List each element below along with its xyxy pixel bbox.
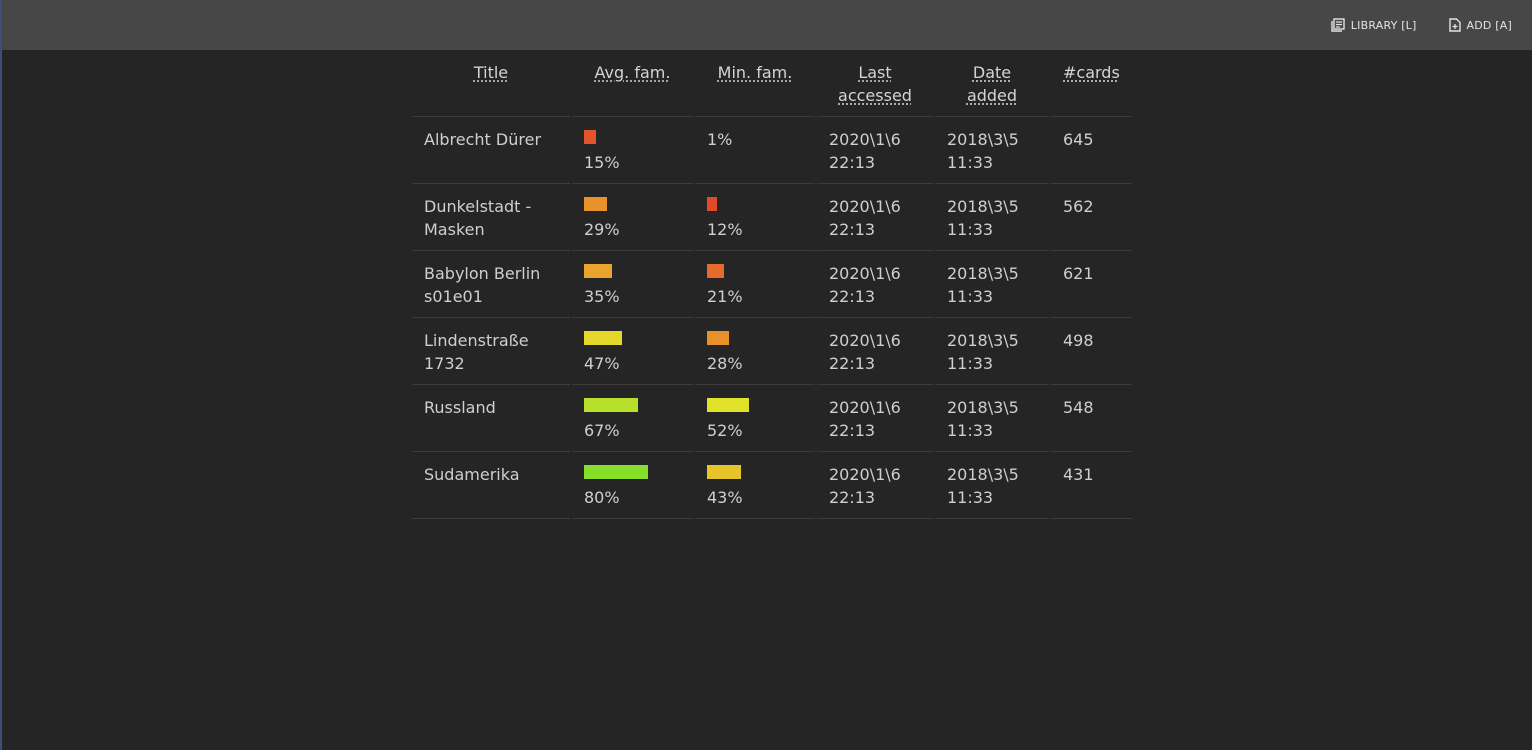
library-button-label: LIBRARY [L] xyxy=(1350,18,1417,32)
cell-date-added: 2018\3\5 11:33 xyxy=(935,385,1049,452)
familiarity-value: 21% xyxy=(707,287,743,306)
cell-avg-fam: 80% xyxy=(572,452,693,519)
familiarity-value: 47% xyxy=(584,354,620,373)
cell-min-fam: 21% xyxy=(695,251,815,318)
familiarity-bar xyxy=(707,264,724,278)
cell-avg-fam: 67% xyxy=(572,385,693,452)
cell-min-fam: 28% xyxy=(695,318,815,385)
familiarity-value: 1% xyxy=(707,130,733,149)
column-header-date-added[interactable]: Date added xyxy=(935,50,1049,117)
cell-date-added: 2018\3\5 11:33 xyxy=(935,251,1049,318)
cell-avg-fam: 15% xyxy=(572,117,693,184)
familiarity-bar xyxy=(584,197,607,211)
cell-last-accessed: 2020\1\6 22:13 xyxy=(817,452,933,519)
table-row[interactable]: Dunkelstadt - Masken 29% 12% 2020\1\6 22:13… xyxy=(412,184,1132,251)
cell-cards: 562 xyxy=(1051,184,1132,251)
table-row[interactable]: Russland 67% 52% 2020\1\6 22:13 2018\3\5 11:… xyxy=(412,385,1132,452)
cell-last-accessed: 2020\1\6 22:13 xyxy=(817,385,933,452)
cell-min-fam: 1% xyxy=(695,117,815,184)
column-header-title[interactable]: Title xyxy=(412,50,570,117)
familiarity-value: 43% xyxy=(707,488,743,507)
cell-date-added: 2018\3\5 11:33 xyxy=(935,452,1049,519)
cell-title[interactable]: Russland xyxy=(412,385,570,452)
library-button[interactable]: LIBRARY [L] xyxy=(1331,18,1417,32)
cell-avg-fam: 35% xyxy=(572,251,693,318)
familiarity-value: 15% xyxy=(584,153,620,172)
cell-min-fam: 12% xyxy=(695,184,815,251)
cell-cards: 548 xyxy=(1051,385,1132,452)
familiarity-bar xyxy=(584,465,648,479)
add-file-icon xyxy=(1448,18,1461,32)
cell-min-fam: 43% xyxy=(695,452,815,519)
library-icon xyxy=(1331,18,1345,32)
familiarity-bar xyxy=(707,465,741,479)
familiarity-value: 67% xyxy=(584,421,620,440)
app-window: LIBRARY [L] ADD [A] Title Avg. fam. Min.… xyxy=(0,0,1532,750)
column-header-last-accessed[interactable]: Last accessed xyxy=(817,50,933,117)
familiarity-value: 12% xyxy=(707,220,743,239)
cell-last-accessed: 2020\1\6 22:13 xyxy=(817,318,933,385)
cell-avg-fam: 47% xyxy=(572,318,693,385)
cell-cards: 645 xyxy=(1051,117,1132,184)
add-button[interactable]: ADD [A] xyxy=(1448,18,1512,32)
column-header-avg-fam[interactable]: Avg. fam. xyxy=(572,50,693,117)
familiarity-bar xyxy=(707,398,749,412)
cell-last-accessed: 2020\1\6 22:13 xyxy=(817,184,933,251)
column-header-cards[interactable]: #cards xyxy=(1051,50,1132,117)
column-header-min-fam[interactable]: Min. fam. xyxy=(695,50,815,117)
cell-date-added: 2018\3\5 11:33 xyxy=(935,117,1049,184)
table-row[interactable]: Sudamerika 80% 43% 2020\1\6 22:13 2018\3\5 1… xyxy=(412,452,1132,519)
familiarity-value: 52% xyxy=(707,421,743,440)
cell-cards: 621 xyxy=(1051,251,1132,318)
familiarity-value: 80% xyxy=(584,488,620,507)
cell-last-accessed: 2020\1\6 22:13 xyxy=(817,117,933,184)
cell-min-fam: 52% xyxy=(695,385,815,452)
add-button-label: ADD [A] xyxy=(1466,18,1512,32)
familiarity-bar xyxy=(584,398,638,412)
familiarity-bar xyxy=(707,331,729,345)
table-body: Albrecht Dürer 15% 1% 2020\1\6 22:13 2018\3\… xyxy=(412,117,1132,519)
familiarity-bar xyxy=(584,264,612,278)
cell-title[interactable]: Albrecht Dürer xyxy=(412,117,570,184)
table-row[interactable]: Lindenstraße 1732 47% 28% 2020\1\6 22:13 201… xyxy=(412,318,1132,385)
cell-avg-fam: 29% xyxy=(572,184,693,251)
table-row[interactable]: Albrecht Dürer 15% 1% 2020\1\6 22:13 2018\3\… xyxy=(412,117,1132,184)
cell-title[interactable]: Lindenstraße 1732 xyxy=(412,318,570,385)
familiarity-value: 35% xyxy=(584,287,620,306)
cell-date-added: 2018\3\5 11:33 xyxy=(935,184,1049,251)
cell-last-accessed: 2020\1\6 22:13 xyxy=(817,251,933,318)
familiarity-value: 29% xyxy=(584,220,620,239)
cell-title[interactable]: Babylon Berlin s01e01 xyxy=(412,251,570,318)
familiarity-bar xyxy=(584,130,596,144)
familiarity-bar xyxy=(584,331,622,345)
table-header-row: Title Avg. fam. Min. fam. Last accessed … xyxy=(412,50,1132,117)
table-row[interactable]: Babylon Berlin s01e01 35% 21% 2020\1\6 22:1… xyxy=(412,251,1132,318)
cell-date-added: 2018\3\5 11:33 xyxy=(935,318,1049,385)
familiarity-bar xyxy=(707,197,717,211)
library-table-container: Title Avg. fam. Min. fam. Last accessed … xyxy=(410,50,1134,519)
cell-cards: 431 xyxy=(1051,452,1132,519)
library-table: Title Avg. fam. Min. fam. Last accessed … xyxy=(410,50,1134,519)
top-toolbar: LIBRARY [L] ADD [A] xyxy=(2,0,1532,50)
cell-title[interactable]: Sudamerika xyxy=(412,452,570,519)
cell-title[interactable]: Dunkelstadt - Masken xyxy=(412,184,570,251)
cell-cards: 498 xyxy=(1051,318,1132,385)
familiarity-value: 28% xyxy=(707,354,743,373)
